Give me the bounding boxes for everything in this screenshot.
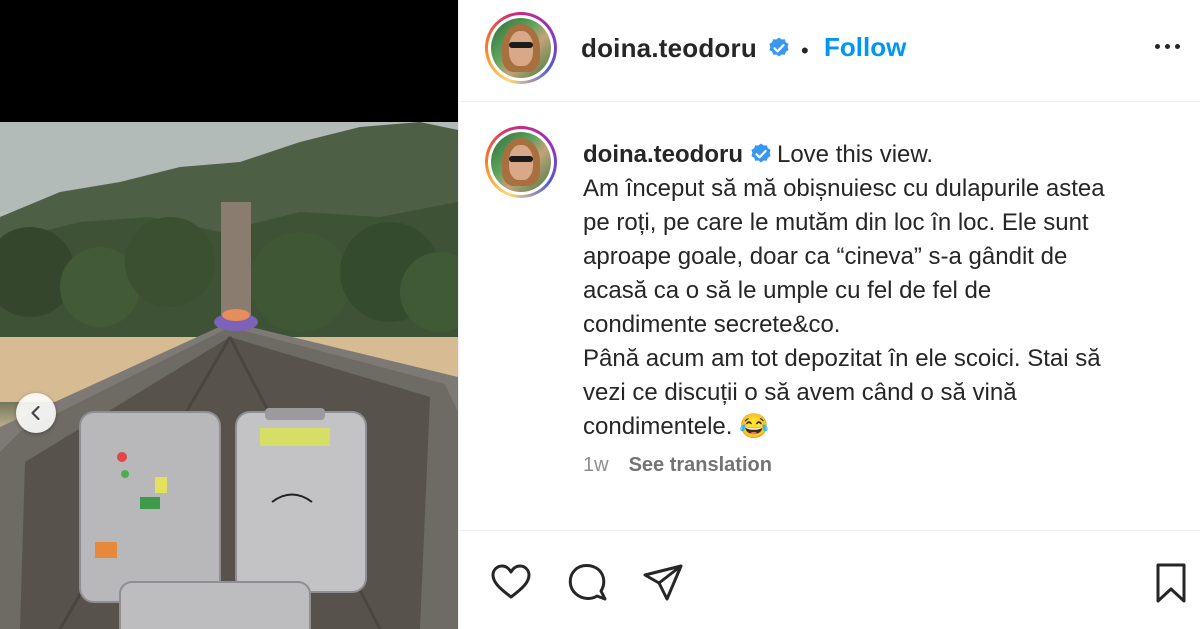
- caption-meta: 1w See translation: [583, 454, 772, 477]
- caption-line: aproape goale, doar ca “cineva” s-a gând…: [583, 243, 1068, 270]
- verified-badge-icon: [769, 37, 789, 57]
- bookmark-icon[interactable]: [1149, 561, 1193, 605]
- see-translation-button[interactable]: See translation: [629, 454, 772, 477]
- paper-plane-icon[interactable]: [641, 561, 685, 605]
- post-header: doina.teodoru • Follow: [459, 0, 1200, 102]
- more-options-icon[interactable]: [1155, 36, 1185, 56]
- post-photo: [0, 122, 458, 629]
- post-media: [0, 0, 458, 629]
- separator-dot: •: [801, 38, 809, 63]
- chevron-left-icon: [31, 405, 40, 421]
- caption-avatar[interactable]: [485, 126, 557, 198]
- header-username[interactable]: doina.teodoru: [581, 33, 757, 64]
- verified-badge-icon: [751, 143, 771, 163]
- caption-section: doina.teodoru Love this view. Am început…: [459, 102, 1200, 530]
- follow-button[interactable]: Follow: [824, 32, 906, 63]
- caption-line: pe roți, pe care le mutăm din loc în loc…: [583, 209, 1089, 236]
- previous-photo-button[interactable]: [16, 393, 56, 433]
- caption-line: Până acum am tot depozitat în ele scoici…: [583, 345, 1101, 372]
- caption-line: acasă ca o să le umple cu fel de fel de: [583, 277, 992, 304]
- caption-line: Am început să mă obișnuiesc cu dulapuril…: [583, 175, 1105, 202]
- avatar[interactable]: [485, 12, 557, 84]
- caption-line: vezi ce discuții o să avem când o să vin…: [583, 379, 1017, 406]
- comment-icon[interactable]: [565, 561, 609, 605]
- caption-line: condimentele. 😂: [583, 413, 769, 440]
- post-panel: doina.teodoru • Follow doina.teodoru Lov…: [458, 0, 1200, 629]
- caption-username[interactable]: doina.teodoru: [583, 141, 743, 168]
- heart-icon[interactable]: [489, 561, 533, 605]
- caption-line: condimente secrete&co.: [583, 311, 841, 338]
- caption-first-line: Love this view.: [776, 141, 934, 168]
- post-caption: doina.teodoru Love this view. Am început…: [583, 138, 1183, 444]
- beach-boat-scene: [0, 122, 458, 629]
- action-bar: [459, 530, 1200, 629]
- post-time: 1w: [583, 454, 609, 476]
